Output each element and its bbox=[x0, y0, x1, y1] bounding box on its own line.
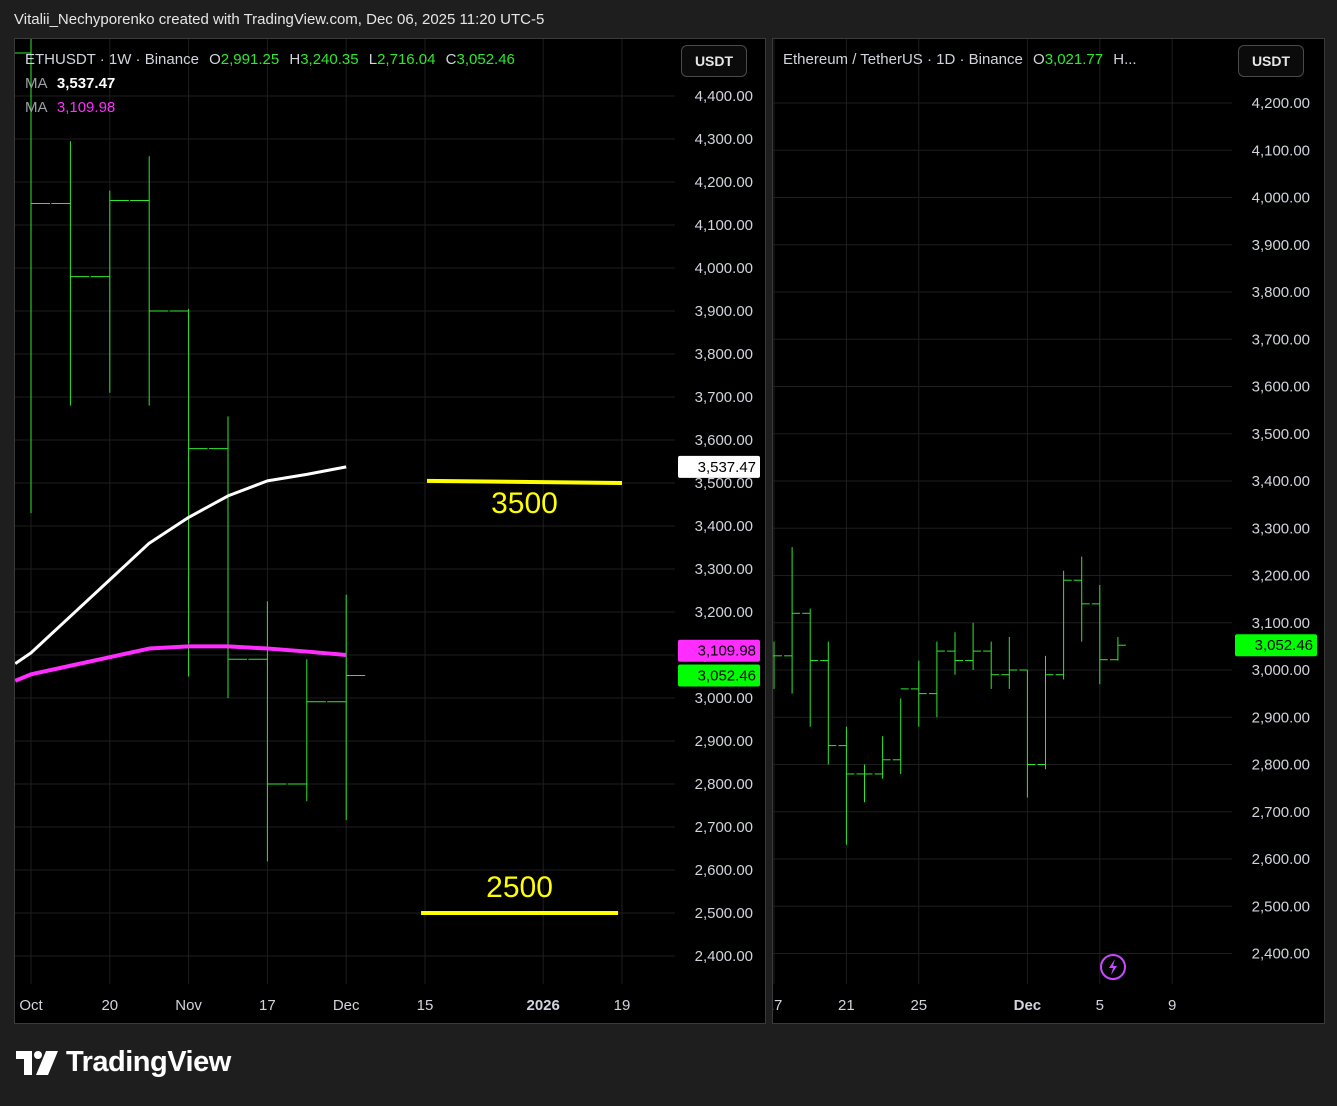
y-tick-label: 3,700.00 bbox=[1252, 331, 1310, 348]
x-tick-label: 17 bbox=[773, 997, 782, 1014]
legend-low: 2,716.04 bbox=[377, 51, 436, 68]
y-tick-label: 2,700.00 bbox=[1252, 804, 1310, 821]
moving-average-line bbox=[15, 644, 347, 683]
annotation-label: 2500 bbox=[486, 871, 553, 904]
legend-high-label: H bbox=[289, 51, 301, 68]
moving-average-line bbox=[15, 465, 347, 665]
x-tick-label: 25 bbox=[910, 997, 927, 1014]
legend-open-label: O bbox=[1033, 51, 1045, 68]
tradingview-logo-icon bbox=[16, 1050, 58, 1075]
y-tick-label: 3,900.00 bbox=[695, 303, 753, 320]
x-tick-label: 9 bbox=[1168, 997, 1176, 1014]
y-tick-label: 3,600.00 bbox=[1252, 379, 1310, 396]
annotation-line bbox=[426, 478, 623, 485]
currency-button[interactable]: USDT bbox=[681, 45, 747, 77]
price-label-text: 3,052.46 bbox=[1255, 637, 1313, 654]
y-tick-label: 3,500.00 bbox=[1252, 426, 1310, 443]
ma1-legend[interactable]: MA 3,537.47 bbox=[25, 75, 115, 92]
y-tick-label: 2,500.00 bbox=[1252, 898, 1310, 915]
x-tick-label: Oct bbox=[19, 997, 43, 1014]
price-label-text: 3,109.98 bbox=[698, 643, 756, 660]
y-tick-label: 4,400.00 bbox=[695, 88, 753, 105]
y-tick-label: 2,400.00 bbox=[1252, 946, 1310, 963]
ma2-label: MA bbox=[25, 99, 47, 116]
y-tick-label: 3,700.00 bbox=[695, 389, 753, 406]
legend-high: 3,240.35 bbox=[300, 51, 359, 68]
y-tick-label: 3,300.00 bbox=[1252, 520, 1310, 537]
y-tick-label: 3,400.00 bbox=[695, 518, 753, 535]
x-tick-label: Dec bbox=[1014, 997, 1042, 1014]
y-tick-label: 3,000.00 bbox=[695, 690, 753, 707]
x-tick-label: Dec bbox=[333, 997, 360, 1014]
y-tick-label: 3,400.00 bbox=[1252, 473, 1310, 490]
ma1-label: MA bbox=[25, 75, 47, 92]
x-tick-label: 5 bbox=[1096, 997, 1104, 1014]
daily-chart-panel[interactable]: 4,200.00 4,100.00 4,000.00 3,900.00 3,800.00… bbox=[772, 38, 1325, 1024]
y-tick-label: 2,800.00 bbox=[1252, 757, 1310, 774]
y-tick-label: 2,800.00 bbox=[695, 776, 753, 793]
y-tick-label: 3,900.00 bbox=[1252, 237, 1310, 254]
tradingview-wordmark: TradingView bbox=[66, 1046, 231, 1078]
y-tick-label: 3,200.00 bbox=[1252, 568, 1310, 585]
y-tick-label: 3,800.00 bbox=[695, 346, 753, 363]
daily-chart-canvas[interactable]: 4,200.00 4,100.00 4,000.00 3,900.00 3,800.00… bbox=[773, 39, 1324, 1023]
weekly-chart-panel[interactable]: 4,400.00 4,300.00 4,200.00 4,100.00 4,000.00… bbox=[14, 38, 766, 1024]
y-tick-label: 3,600.00 bbox=[695, 432, 753, 449]
y-tick-label: 4,100.00 bbox=[1252, 142, 1310, 159]
weekly-chart-canvas[interactable]: 4,400.00 4,300.00 4,200.00 4,100.00 4,000.00… bbox=[15, 39, 765, 1023]
y-tick-label: 4,100.00 bbox=[695, 217, 753, 234]
legend-symbol[interactable]: ETHUSDT · 1W · Binance bbox=[25, 51, 199, 68]
legend-truncated: H... bbox=[1113, 51, 1137, 68]
annotation-label: 3500 bbox=[491, 487, 558, 520]
y-tick-label: 4,000.00 bbox=[695, 260, 753, 277]
y-tick-label: 3,800.00 bbox=[1252, 284, 1310, 301]
ma1-value: 3,537.47 bbox=[56, 75, 116, 92]
daily-legend: Ethereum / TetherUS · 1D · Binance O3,02… bbox=[783, 51, 1137, 68]
y-tick-label: 2,600.00 bbox=[1252, 851, 1310, 868]
weekly-legend: ETHUSDT · 1W · Binance O2,991.25 H3,240.… bbox=[25, 51, 515, 68]
y-tick-label: 3,200.00 bbox=[695, 604, 753, 621]
y-tick-label: 4,300.00 bbox=[695, 131, 753, 148]
legend-open: 2,991.25 bbox=[220, 51, 280, 68]
x-tick-label: 20 bbox=[101, 997, 118, 1014]
legend-close: 3,052.46 bbox=[456, 51, 515, 68]
y-tick-label: 2,900.00 bbox=[1252, 709, 1310, 726]
x-tick-label: 21 bbox=[838, 997, 855, 1014]
x-tick-label: 19 bbox=[614, 997, 631, 1014]
y-tick-label: 3,100.00 bbox=[1252, 615, 1310, 632]
y-tick-label: 3,300.00 bbox=[695, 561, 753, 578]
y-tick-label: 4,200.00 bbox=[1252, 95, 1310, 112]
price-label-text: 3,537.47 bbox=[698, 459, 756, 476]
x-tick-label: 15 bbox=[417, 997, 434, 1014]
x-tick-label: Nov bbox=[175, 997, 202, 1014]
y-tick-label: 2,900.00 bbox=[695, 733, 753, 750]
y-tick-label: 2,600.00 bbox=[695, 862, 753, 879]
legend-symbol[interactable]: Ethereum / TetherUS · 1D · Binance bbox=[783, 51, 1023, 68]
legend-low-label: L bbox=[368, 51, 378, 68]
lightning-icon[interactable] bbox=[1100, 954, 1126, 980]
legend-close-label: C bbox=[445, 51, 457, 68]
price-label-text: 3,052.46 bbox=[698, 667, 756, 684]
y-tick-label: 2,500.00 bbox=[695, 905, 753, 922]
ma2-legend[interactable]: MA 3,109.98 bbox=[25, 99, 115, 116]
y-tick-label: 2,700.00 bbox=[695, 819, 753, 836]
legend-open: 3,021.77 bbox=[1044, 51, 1104, 68]
currency-button[interactable]: USDT bbox=[1238, 45, 1304, 77]
y-tick-label: 4,000.00 bbox=[1252, 190, 1310, 207]
tradingview-logo: TradingView bbox=[16, 1046, 231, 1079]
y-tick-label: 3,000.00 bbox=[1252, 662, 1310, 679]
legend-open-label: O bbox=[209, 51, 221, 68]
x-tick-label: 2026 bbox=[527, 997, 560, 1014]
ma2-value: 3,109.98 bbox=[56, 99, 116, 116]
y-tick-label: 4,200.00 bbox=[695, 174, 753, 191]
x-tick-label: 17 bbox=[259, 997, 276, 1014]
chart-credit: Vitalii_Nechyporenko created with Tradin… bbox=[14, 11, 545, 28]
y-tick-label: 2,400.00 bbox=[695, 948, 753, 965]
